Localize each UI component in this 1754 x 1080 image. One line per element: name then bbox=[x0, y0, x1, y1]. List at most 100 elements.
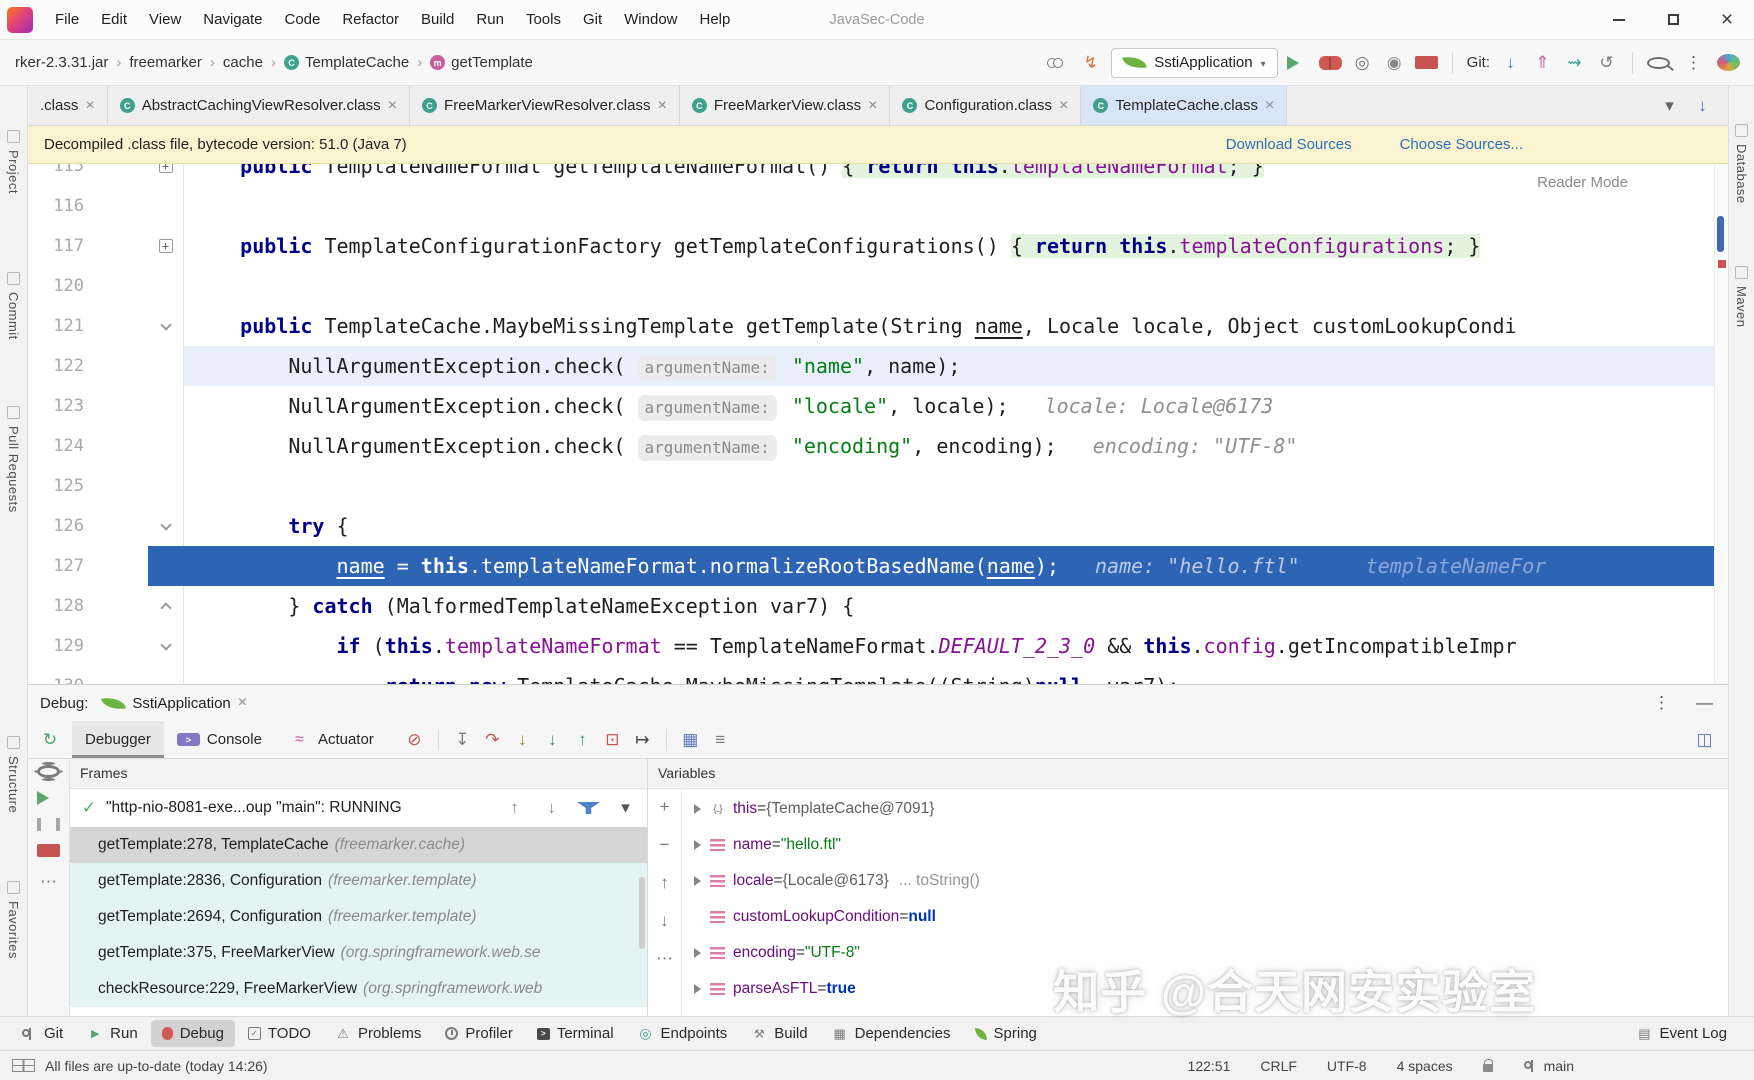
menu-edit[interactable]: Edit bbox=[91, 7, 137, 32]
fold-marker-icon[interactable]: + bbox=[159, 239, 173, 253]
more-options-icon[interactable]: ⋮ bbox=[1682, 51, 1705, 74]
tool-strip-commit[interactable]: Commit bbox=[0, 272, 27, 340]
thread-dropdown-icon[interactable]: ▾ bbox=[614, 797, 637, 820]
close-icon[interactable] bbox=[658, 97, 667, 115]
variable-row[interactable]: locale = {Locale@6173}... toString() bbox=[682, 863, 1728, 899]
expand-chevron-icon[interactable] bbox=[694, 948, 701, 958]
thread-selector[interactable]: ✓"http-nio-8081-exe...oup "main": RUNNIN… bbox=[70, 789, 647, 827]
expand-chevron-icon[interactable] bbox=[694, 876, 701, 886]
editor-tab[interactable]: .class bbox=[28, 86, 108, 125]
code-editor[interactable]: 115+ public TemplateNameFormat getTempla… bbox=[28, 164, 1728, 684]
toolwindow-button-run[interactable]: Run bbox=[76, 1020, 149, 1047]
coverage-button[interactable]: ◎ bbox=[1351, 51, 1374, 74]
close-icon[interactable] bbox=[388, 97, 397, 115]
toolwindow-button-spring[interactable]: Spring bbox=[964, 1020, 1048, 1047]
code-line-123[interactable]: 123 NullArgumentException.check( argumen… bbox=[28, 386, 1728, 426]
tool-strip-favorites[interactable]: Favorites bbox=[0, 881, 27, 959]
run-configuration-select[interactable]: SstiApplication bbox=[1111, 48, 1277, 78]
code-line-124[interactable]: 124 NullArgumentException.check( argumen… bbox=[28, 426, 1728, 466]
menu-refactor[interactable]: Refactor bbox=[332, 7, 409, 32]
menu-build[interactable]: Build bbox=[411, 7, 464, 32]
download-sources-link[interactable]: Download Sources bbox=[1226, 136, 1352, 153]
breadcrumb-item[interactable]: cache bbox=[218, 51, 268, 74]
minimize-button[interactable] bbox=[1592, 0, 1646, 39]
debug-session-tab[interactable]: SstiApplication bbox=[102, 694, 247, 712]
breadcrumb-item[interactable]: freemarker bbox=[124, 51, 207, 74]
toolwindow-button-dependencies[interactable]: Dependencies bbox=[821, 1020, 962, 1047]
menu-code[interactable]: Code bbox=[274, 7, 330, 32]
code-line-116[interactable]: 116 bbox=[28, 186, 1728, 226]
tool-strip-database[interactable]: Database bbox=[1729, 124, 1754, 204]
stack-frame[interactable]: getTemplate:2694, Configuration(freemark… bbox=[70, 899, 647, 935]
fold-marker-icon[interactable] bbox=[160, 519, 171, 530]
toolwindow-button-build[interactable]: Build bbox=[740, 1020, 818, 1047]
collaboration-users-icon[interactable] bbox=[1047, 57, 1070, 69]
stack-frame[interactable]: getTemplate:375, FreeMarkerView(org.spri… bbox=[70, 935, 647, 971]
readonly-lock-icon[interactable] bbox=[1483, 1064, 1493, 1072]
scrollbar-thumb[interactable] bbox=[1717, 216, 1724, 252]
step-over-icon[interactable]: ↷ bbox=[481, 728, 504, 751]
expand-chevron-icon[interactable] bbox=[694, 984, 701, 994]
expand-chevron-icon[interactable] bbox=[694, 804, 701, 814]
commit-push-button[interactable]: ⇑ bbox=[1531, 51, 1554, 74]
git-branch-widget[interactable]: main bbox=[1523, 1058, 1574, 1074]
frames-scrollbar-thumb[interactable] bbox=[639, 877, 645, 949]
code-line-122[interactable]: 122 NullArgumentException.check( argumen… bbox=[28, 346, 1728, 386]
profiler-button[interactable]: ◉ bbox=[1383, 51, 1406, 74]
menu-help[interactable]: Help bbox=[690, 7, 741, 32]
caret-position-widget[interactable]: 122:51 bbox=[1188, 1058, 1231, 1074]
search-everywhere-icon[interactable] bbox=[1647, 57, 1670, 69]
menu-window[interactable]: Window bbox=[614, 7, 687, 32]
stack-frame[interactable]: getTemplate:278, TemplateCache(freemarke… bbox=[70, 827, 647, 863]
reader-mode-label[interactable]: Reader Mode bbox=[1537, 174, 1628, 191]
variable-row[interactable]: this = {TemplateCache@7091} bbox=[682, 791, 1728, 827]
add-watch-icon[interactable]: + bbox=[653, 795, 676, 818]
breadcrumb-item[interactable]: getTemplate bbox=[425, 51, 538, 74]
code-line-129[interactable]: 129 if (this.templateNameFormat == Templ… bbox=[28, 626, 1728, 666]
fold-marker-icon[interactable]: + bbox=[159, 164, 173, 173]
tool-strip-structure[interactable]: Structure bbox=[0, 736, 27, 813]
code-line-115[interactable]: 115+ public TemplateNameFormat getTempla… bbox=[28, 164, 1728, 186]
run-button[interactable] bbox=[1287, 56, 1310, 70]
close-icon[interactable] bbox=[85, 97, 94, 115]
toolwindow-button-git[interactable]: Git bbox=[10, 1020, 74, 1047]
remove-watch-icon[interactable]: − bbox=[653, 833, 676, 856]
fold-marker-icon[interactable] bbox=[160, 319, 171, 330]
menu-run[interactable]: Run bbox=[466, 7, 514, 32]
stop-process-icon[interactable] bbox=[37, 844, 60, 857]
toolwindow-button-debug[interactable]: Debug bbox=[151, 1020, 235, 1047]
code-line-127[interactable]: 127 name = this.templateNameFormat.norma… bbox=[28, 546, 1728, 586]
close-button[interactable] bbox=[1700, 0, 1754, 39]
close-icon[interactable] bbox=[1059, 97, 1068, 115]
debug-tab-debugger[interactable]: Debugger bbox=[72, 721, 164, 758]
push-remote-button[interactable]: ⇝ bbox=[1563, 51, 1586, 74]
stop-button[interactable] bbox=[1415, 56, 1438, 69]
pause-program-icon[interactable] bbox=[37, 818, 60, 831]
editor-tab[interactable]: AbstractCachingViewResolver.class bbox=[108, 86, 410, 125]
stack-frame[interactable]: checkResource:229, FreeMarkerView(org.sp… bbox=[70, 971, 647, 1007]
hide-panel-icon[interactable]: — bbox=[1693, 692, 1716, 715]
fold-marker-icon[interactable] bbox=[160, 639, 171, 650]
layout-settings-icon[interactable]: ◫ bbox=[1693, 728, 1716, 751]
next-frame-icon[interactable]: ↓ bbox=[540, 797, 563, 820]
show-execution-point-icon[interactable]: ↧ bbox=[451, 728, 474, 751]
menu-view[interactable]: View bbox=[139, 7, 191, 32]
line-separator-widget[interactable]: CRLF bbox=[1260, 1058, 1297, 1074]
breadcrumb-item[interactable]: rker-2.3.31.jar bbox=[10, 51, 113, 74]
menu-tools[interactable]: Tools bbox=[516, 7, 571, 32]
file-encoding-widget[interactable]: UTF-8 bbox=[1327, 1058, 1367, 1074]
error-stripe-mark[interactable] bbox=[1718, 260, 1726, 268]
maximize-button[interactable] bbox=[1646, 0, 1700, 39]
tool-strip-maven[interactable]: Maven bbox=[1729, 266, 1754, 328]
close-icon[interactable] bbox=[1265, 97, 1274, 115]
code-line-120[interactable]: 120 bbox=[28, 266, 1728, 306]
more-options-icon[interactable]: ⋮ bbox=[1650, 692, 1673, 715]
force-step-into-icon[interactable]: ↓ bbox=[541, 728, 564, 751]
step-into-icon[interactable]: ↓ bbox=[511, 728, 534, 751]
toolwindow-button-profiler[interactable]: Profiler bbox=[434, 1020, 524, 1047]
navigate-up-icon[interactable]: ↑ bbox=[653, 871, 676, 894]
editor-tab[interactable]: FreeMarkerView.class bbox=[680, 86, 891, 125]
prev-frame-icon[interactable]: ↑ bbox=[503, 797, 526, 820]
rollback-button[interactable]: ↺ bbox=[1595, 51, 1618, 74]
fold-marker-icon[interactable] bbox=[160, 602, 171, 613]
